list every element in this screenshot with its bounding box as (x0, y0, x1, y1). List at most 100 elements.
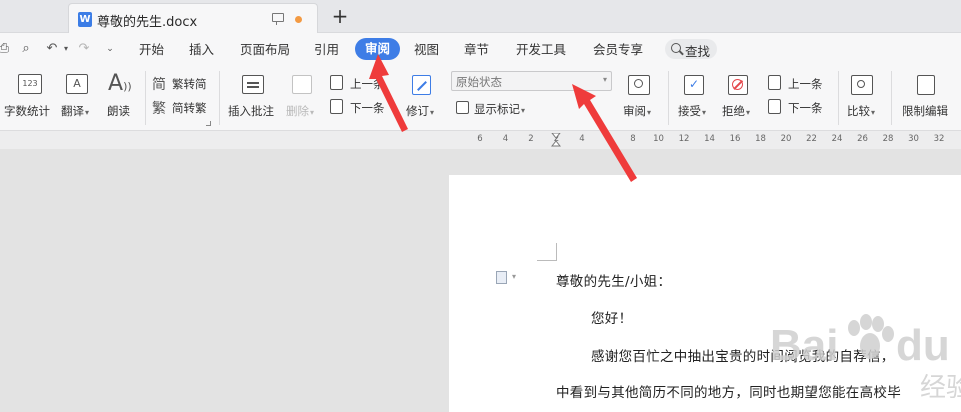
ruler-tick-label: 4 (502, 134, 509, 144)
previous-change-icon (768, 75, 781, 90)
unsaved-dot-icon (295, 16, 302, 23)
delete-comment-icon (292, 75, 312, 94)
chevron-down-icon[interactable]: ▾ (512, 272, 516, 281)
read-aloud-label: 朗读 (107, 104, 130, 118)
wps-writer-window: W 尊敬的先生.docx + ⎙ ⌕ ↶ ▾ ↷ ⌄ 开始 插入 页面布局 引用… (0, 0, 961, 412)
next-change-icon (768, 99, 781, 114)
next-comment-icon (330, 99, 343, 114)
display-state-dropdown[interactable]: 原始状态 ▾ (451, 71, 612, 91)
menu-bar: ⎙ ⌕ ↶ ▾ ↷ ⌄ 开始 插入 页面布局 引用 审阅 视图 章节 开发工具 … (0, 33, 961, 65)
review-ribbon: 123 字数统计 A 翻译▾ A)) 朗读 简 繁转简 繁 简转繁 插入批注 删… (0, 65, 961, 131)
insert-comment-icon (242, 75, 264, 94)
ruler-scale: 6 4 2 2 4 6 8 10 12 14 16 18 20 22 24 26 28 30 32 (449, 131, 961, 149)
new-tab-plus-icon[interactable]: + (330, 5, 350, 27)
compare-button[interactable]: 比较▾ (845, 71, 885, 125)
text-boundary-corner (537, 243, 557, 261)
insert-comment-label: 插入批注 (228, 104, 274, 118)
ribbon-separator (891, 71, 892, 125)
review-pane-button[interactable]: 审阅▾ (620, 71, 662, 125)
ribbon-separator (838, 71, 839, 125)
document-page[interactable] (449, 175, 961, 412)
word-count-button[interactable]: 123 字数统计 (4, 71, 56, 125)
lock-icon (917, 75, 935, 95)
document-tab[interactable]: W 尊敬的先生.docx (68, 3, 318, 33)
restrict-editing-button[interactable]: 限制编辑 (899, 71, 961, 125)
menu-section[interactable]: 章节 (464, 41, 489, 59)
search-label: 查找 (685, 44, 711, 59)
traditional-to-simplified-button[interactable]: 简 繁转简 (152, 74, 214, 94)
horizontal-ruler[interactable]: 6 4 2 2 4 6 8 10 12 14 16 18 20 22 24 26 28 30 32 (0, 131, 961, 149)
ruler-tick-label: 26 (857, 134, 868, 144)
body-line-2: 中看到与其他简历不同的地方，同时也期望您能在高校毕 (556, 385, 901, 401)
translate-label: 翻译▾ (61, 104, 90, 118)
display-state-value: 原始状态 (456, 75, 502, 89)
track-changes-label: 修订▾ (406, 104, 435, 118)
next-change-button[interactable]: 下一条 (768, 98, 830, 118)
review-pane-icon (628, 75, 650, 95)
translate-button[interactable]: A 翻译▾ (60, 71, 100, 125)
word-count-icon: 123 (18, 74, 42, 94)
search-button[interactable]: 查找 (665, 39, 717, 59)
review-pane-label: 审阅▾ (623, 104, 652, 118)
previous-comment-button[interactable]: 上一条 (330, 74, 392, 94)
document-tab-title: 尊敬的先生.docx (97, 15, 198, 30)
traditional-simplified-icon: 简 (152, 77, 166, 93)
monitor-icon[interactable] (272, 13, 284, 25)
menu-review[interactable]: 审阅 (355, 38, 401, 60)
ruler-tick-label: 16 (729, 134, 741, 144)
menu-insert[interactable]: 插入 (189, 41, 214, 59)
reject-label: 拒绝▾ (722, 104, 751, 118)
compare-icon (851, 75, 873, 95)
show-markup-button[interactable]: 显示标记▾ (456, 99, 546, 119)
simplified-to-traditional-button[interactable]: 繁 简转繁 (152, 98, 214, 118)
previous-comment-icon (330, 75, 343, 90)
paragraph-marker-icon[interactable] (496, 271, 507, 284)
ruler-tick-label: 6 (477, 134, 483, 144)
print-preview-icon[interactable]: ⌕ (18, 41, 34, 57)
restrict-editing-label: 限制编辑 (902, 104, 948, 118)
ruler-tick-label: 24 (831, 134, 843, 144)
insert-comment-button[interactable]: 插入批注 (226, 71, 282, 125)
accept-button[interactable]: ✓ 接受▾ (676, 71, 716, 125)
menu-member[interactable]: 会员专享 (593, 41, 643, 59)
chevron-down-icon: ▾ (602, 75, 607, 84)
menu-developer-tools[interactable]: 开发工具 (516, 41, 566, 59)
show-markup-label: 显示标记▾ (474, 102, 526, 116)
ruler-tick-label: 14 (704, 134, 715, 144)
ruler-tick-label: 22 (806, 134, 817, 144)
redo-icon[interactable]: ↷ (76, 41, 92, 57)
ruler-tick-label: 30 (908, 134, 919, 144)
previous-change-button[interactable]: 上一条 (768, 74, 830, 94)
print-icon[interactable]: ⎙ (0, 41, 12, 57)
previous-comment-label: 上一条 (350, 77, 385, 91)
greeting-text: 您好！ (591, 311, 633, 327)
ruler-tick-label: 6 (604, 134, 611, 144)
read-aloud-icon: A)) (108, 71, 132, 96)
ruler-tick-label: 2 (528, 134, 534, 144)
read-aloud-button[interactable]: A)) 朗读 (104, 71, 140, 125)
translate-icon: A (66, 74, 88, 94)
customize-toolbar-icon[interactable]: ⌄ (102, 41, 118, 57)
reject-button[interactable]: 拒绝▾ (720, 71, 760, 125)
undo-dropdown-icon[interactable]: ▾ (58, 41, 74, 57)
word-count-label: 字数统计 (4, 104, 50, 118)
group-expand-icon[interactable] (206, 121, 211, 126)
menu-view[interactable]: 视图 (414, 41, 439, 59)
ribbon-separator (668, 71, 669, 125)
track-changes-icon (412, 75, 431, 95)
menu-references[interactable]: 引用 (314, 41, 339, 59)
ruler-tick-label: 32 (933, 134, 945, 144)
ruler-tick-label: 20 (780, 134, 792, 144)
title-bar: W 尊敬的先生.docx + (0, 0, 961, 33)
delete-comment-button[interactable]: 删除▾ (284, 71, 324, 125)
next-comment-button[interactable]: 下一条 (330, 98, 392, 118)
menu-page-layout[interactable]: 页面布局 (240, 41, 290, 59)
ruler-tick-label: 8 (630, 134, 636, 144)
indent-marker-icon[interactable] (551, 133, 561, 147)
next-comment-label: 下一条 (350, 101, 385, 115)
track-changes-button[interactable]: 修订▾ (404, 71, 444, 125)
ribbon-separator (145, 71, 146, 125)
accept-icon: ✓ (684, 75, 704, 95)
menu-start[interactable]: 开始 (139, 41, 164, 59)
search-icon (671, 43, 681, 53)
